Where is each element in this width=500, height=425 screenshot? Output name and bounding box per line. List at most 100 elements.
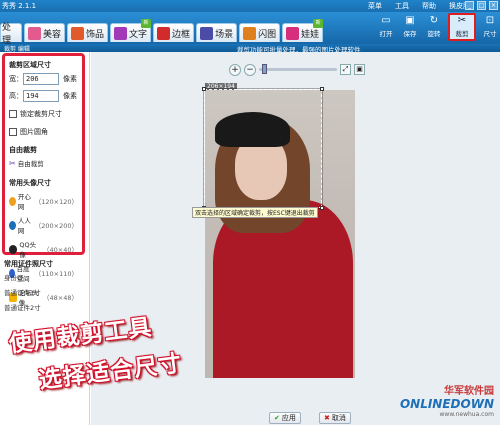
preset-size: （120×120）	[34, 198, 78, 206]
tab-label: 娃娃	[301, 29, 320, 40]
id-photo-option[interactable]: 身份证	[4, 272, 86, 282]
height-label: 高：	[9, 92, 23, 100]
round-corner-label: 图片圆角	[20, 128, 48, 136]
free-crop-title: 自由裁剪	[9, 146, 37, 154]
minimize-button[interactable]: _	[465, 1, 474, 10]
site-watermark: 华军软件园 ONLINEDOWN www.newhua.com	[400, 382, 494, 418]
free-crop-label: 自由裁剪	[17, 160, 44, 168]
tab-label: 闪图	[258, 29, 277, 40]
folder-icon: ▭	[381, 15, 391, 26]
crop-selection[interactable]	[202, 87, 324, 210]
text-icon	[114, 26, 128, 40]
resize-button[interactable]: ⊡ 尺寸	[480, 15, 500, 41]
lock-size-label: 锁定裁剪尺寸	[20, 110, 62, 118]
menu-item-menu[interactable]: 菜单	[368, 1, 382, 11]
scissors-icon: ✂	[457, 15, 467, 26]
resize-handle[interactable]	[320, 87, 324, 91]
zoom-slider-handle[interactable]	[262, 64, 267, 74]
round-corner-checkbox[interactable]: 图片圆角	[9, 127, 78, 137]
tab-beauty[interactable]: 美容	[24, 23, 66, 42]
free-crop-option[interactable]: ✂ 自由裁剪	[9, 158, 78, 169]
cross-icon: ✖	[324, 414, 330, 422]
save-button[interactable]: ▣ 保存	[400, 15, 420, 41]
crop-size-title: 裁剪区域尺寸	[9, 61, 51, 69]
check-icon: ✔	[274, 414, 280, 422]
tab-text[interactable]: 文字 新	[110, 19, 152, 42]
apply-label: 应用	[281, 414, 296, 422]
qq-penguin-icon	[9, 244, 18, 254]
tab-doll[interactable]: 娃娃 新	[282, 19, 324, 42]
preset-name: 开心网	[17, 193, 31, 211]
rotate-label: 旋转	[427, 30, 441, 38]
preset-qq[interactable]: QQ头像 （40×40）	[9, 239, 78, 259]
crop-label: 裁剪	[455, 30, 469, 38]
doll-icon	[286, 26, 300, 40]
tab-label: 场景	[215, 29, 234, 40]
actual-size-icon[interactable]: ▣	[354, 64, 365, 75]
resize-icon: ⊡	[485, 15, 495, 26]
save-icon: ▣	[405, 15, 415, 26]
preset-size: （40×40）	[43, 246, 78, 254]
zoom-in-button[interactable]: +	[229, 63, 241, 76]
height-unit: 像素	[63, 92, 77, 100]
tab-label: 饰品	[86, 29, 105, 40]
accessory-icon	[71, 26, 85, 40]
crop-button[interactable]: ✂ 裁剪	[448, 13, 476, 41]
avatar-size-title: 常用头像尺寸	[9, 179, 51, 187]
title-bar: 秀秀 2.1.1 菜单 工具 帮助 换皮肤 _ □ ×	[0, 0, 500, 12]
new-badge: 新	[313, 19, 324, 28]
open-label: 打开	[379, 30, 393, 38]
kaixin-icon	[9, 196, 16, 206]
height-row: 高： 194 像素	[9, 90, 78, 102]
height-input[interactable]: 194	[23, 90, 59, 102]
toolbar-buttons: ▭ 打开 ▣ 保存 ↻ 旋转 ✂ 裁剪 ⊡ 尺寸	[376, 13, 500, 41]
crop-tooltip: 双击选择的区域确定裁剪，按ESC键退出裁剪	[192, 207, 318, 218]
main-toolbar: 处理 美容 饰品 文字 新 边框 场景 闪图 娃娃 新 ▭ 打开 ▣ 保存 ↻ …	[0, 12, 500, 46]
id-photo-option[interactable]: 普通证件1寸	[4, 287, 86, 297]
lock-size-checkbox[interactable]: 锁定裁剪尺寸	[9, 109, 78, 119]
fit-window-icon[interactable]: ⤢	[340, 64, 351, 75]
id-photo-option[interactable]: 普通证件2寸	[4, 302, 86, 312]
tab-scene[interactable]: 场景	[196, 23, 238, 42]
tab-label: 处理	[2, 23, 12, 46]
flash-icon	[243, 26, 257, 40]
window-title: 秀秀 2.1.1	[2, 2, 37, 10]
close-button[interactable]: ×	[489, 1, 498, 10]
preset-size: （200×200）	[34, 222, 78, 230]
maximize-button[interactable]: □	[477, 1, 486, 10]
tab-accessories[interactable]: 饰品	[67, 23, 109, 42]
preset-kaixin[interactable]: 开心网 （120×120）	[9, 191, 78, 211]
apply-button[interactable]: ✔ 应用	[269, 412, 301, 424]
resize-label: 尺寸	[483, 30, 497, 38]
zoom-out-button[interactable]: −	[244, 63, 256, 76]
width-label: 宽：	[9, 75, 23, 83]
cancel-button[interactable]: ✖ 取消	[319, 412, 351, 424]
rotate-button[interactable]: ↻ 旋转	[424, 15, 444, 41]
save-label: 保存	[403, 30, 417, 38]
open-button[interactable]: ▭ 打开	[376, 15, 396, 41]
checkbox-box	[9, 110, 17, 118]
new-badge: 新	[141, 19, 152, 28]
sub-bar: 裁剪 编辑 裁剪功能可批量处理，最强的图片处理软件	[0, 44, 500, 54]
id-photo-title: 常用证件照尺寸	[4, 260, 53, 268]
tab-flash[interactable]: 闪图	[239, 23, 281, 42]
menu-bar: 菜单 工具 帮助 换皮肤	[368, 1, 470, 11]
window-controls: _ □ ×	[465, 1, 498, 10]
preset-name: QQ头像	[19, 241, 37, 259]
resize-handle[interactable]	[202, 87, 206, 91]
width-input[interactable]: 206	[23, 73, 59, 85]
cancel-label: 取消	[331, 414, 346, 422]
menu-item-help[interactable]: 帮助	[422, 1, 436, 11]
menu-item-tools[interactable]: 工具	[395, 1, 409, 11]
frame-icon	[157, 26, 171, 40]
preset-renren[interactable]: 人人网 （200×200）	[9, 215, 78, 235]
tab-border[interactable]: 边框	[153, 23, 195, 42]
zoom-slider[interactable]	[259, 64, 337, 74]
watermark-url: www.newhua.com	[439, 411, 494, 418]
resize-handle[interactable]	[320, 206, 324, 210]
renren-icon	[9, 220, 16, 230]
crop-settings-highlight: 裁剪区域尺寸 宽： 206 像素 高： 194 像素 锁定裁剪尺寸 图片圆角 自…	[2, 53, 85, 307]
tab-process[interactable]: 处理	[0, 23, 22, 46]
width-unit: 像素	[63, 75, 77, 83]
module-tabs: 处理 美容 饰品 文字 新 边框 场景 闪图 娃娃 新	[0, 19, 324, 46]
